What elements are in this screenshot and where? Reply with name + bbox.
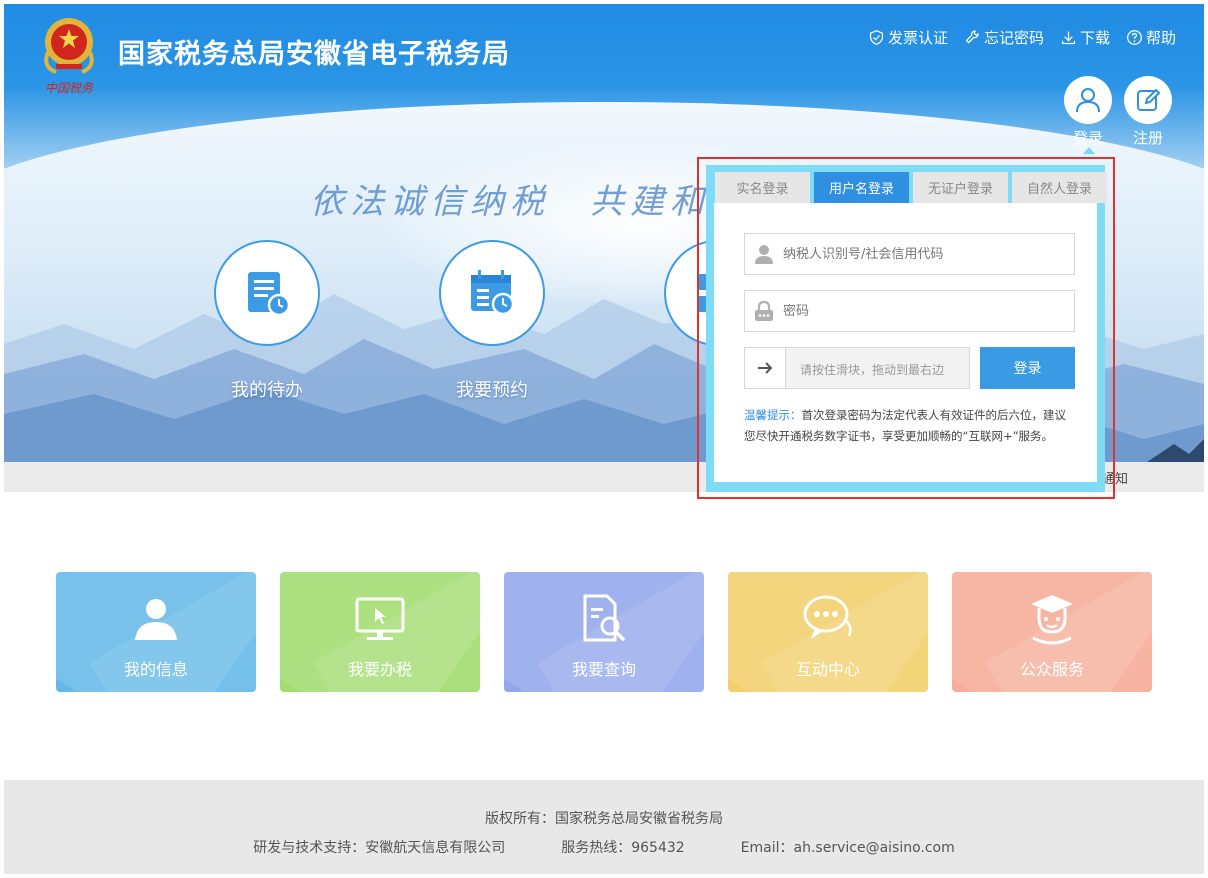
login-tip: 温馨提示：首次登录密码为法定代表人有效证件的后六位，建议您尽快开通税务数字证书，… [744, 405, 1075, 447]
login-tabs: 实名登录 用户名登录 无证户登录 自然人登录 [715, 172, 1107, 203]
footer-support: 研发与技术支持：安徽航天信息有限公司 [253, 840, 506, 856]
footer-info-row: 研发与技术支持：安徽航天信息有限公司 服务热线：965432 Email：ah.… [4, 837, 1204, 857]
tab-no-cert-login[interactable]: 无证户登录 [913, 172, 1008, 203]
footer: 版权所有：国家税务总局安徽省税务局 研发与技术支持：安徽航天信息有限公司 服务热… [4, 780, 1204, 874]
graduate-icon [1031, 595, 1073, 645]
quick-link-todo-label: 我的待办 [231, 380, 303, 401]
chat-icon [803, 595, 852, 639]
person-icon [1076, 88, 1100, 113]
tile-tax-handling-label: 我要办税 [347, 660, 412, 679]
slider-handle[interactable] [745, 348, 786, 388]
download-icon [1061, 31, 1076, 45]
shield-check-icon [869, 30, 884, 45]
tile-public-service-label: 公众服务 [1019, 660, 1084, 679]
quick-link-appointment-label: 我要预约 [456, 380, 528, 401]
login-entry-button[interactable]: 登录 [1064, 76, 1112, 148]
hero-slogan: 依法诚信纳税 共建和 [310, 182, 710, 222]
nav-forgot-password-label: 忘记密码 [983, 29, 1044, 47]
login-entry-circle [1064, 76, 1112, 124]
register-button[interactable]: 注册 [1124, 76, 1172, 148]
tile-interaction-center[interactable]: 互动中心 [728, 572, 928, 692]
tile-public-service[interactable]: 公众服务 [952, 572, 1152, 692]
user-icon [135, 599, 177, 640]
tile-query[interactable]: 我要查询 [504, 572, 704, 692]
quick-link-todo-circle [214, 240, 320, 346]
tile-my-info-label: 我的信息 [123, 660, 188, 679]
tip-label: 温馨提示： [744, 408, 802, 422]
edit-icon [1137, 88, 1161, 111]
tile-interaction-center-label: 互动中心 [795, 660, 860, 679]
tab-username-login[interactable]: 用户名登录 [814, 172, 909, 203]
username-field [744, 233, 1075, 275]
quick-link-todo[interactable]: 我的待办 [214, 240, 320, 402]
user-actions: 登录 注册 [1064, 76, 1172, 148]
calendar-icon [471, 270, 515, 316]
tile-my-info[interactable]: 我的信息 [56, 572, 256, 692]
login-panel: 实名登录 用户名登录 无证户登录 自然人登录 请按住滑块，拖动到最右边 登录 温… [706, 165, 1107, 492]
nav-forgot-password[interactable]: 忘记密码 [964, 27, 1044, 48]
lock-icon [755, 300, 773, 321]
password-input[interactable] [783, 303, 1063, 319]
nav-help-label: 帮助 [1145, 29, 1176, 47]
user-silhouette-icon [755, 245, 773, 264]
national-emblem-logo: 中国税务 [44, 18, 94, 95]
document-search-icon [583, 594, 626, 642]
nav-invoice-auth-label: 发票认证 [887, 29, 948, 47]
tab-realname-login[interactable]: 实名登录 [715, 172, 810, 203]
todo-icon [248, 272, 291, 317]
login-pointer-caret [1083, 147, 1095, 154]
svg-text:中国税务: 中国税务 [45, 81, 94, 95]
quick-link-appointment-circle [439, 240, 545, 346]
login-form: 请按住滑块，拖动到最右边 登录 温馨提示：首次登录密码为法定代表人有效证件的后六… [714, 203, 1097, 482]
wrench-icon [965, 30, 979, 44]
footer-email: Email：ah.service@aisino.com [740, 840, 955, 856]
nav-download-label: 下载 [1079, 29, 1110, 47]
slide-verification: 请按住滑块，拖动到最右边 [744, 347, 970, 389]
quick-link-appointment[interactable]: 我要预约 [439, 240, 545, 402]
tile-query-label: 我要查询 [571, 660, 636, 679]
nav-help[interactable]: 帮助 [1126, 27, 1176, 48]
slider-hint: 请按住滑块，拖动到最右边 [800, 363, 945, 377]
help-icon [1127, 30, 1142, 45]
tile-tax-handling[interactable]: 我要办税 [280, 572, 480, 692]
nav-invoice-auth[interactable]: 发票认证 [868, 27, 948, 48]
monitor-icon [355, 597, 405, 640]
tab-natural-person-login[interactable]: 自然人登录 [1012, 172, 1107, 203]
footer-copyright: 版权所有：国家税务总局安徽省税务局 [485, 811, 723, 827]
footer-hotline: 服务热线：965432 [561, 840, 685, 856]
password-field [744, 290, 1075, 332]
arrow-right-icon [758, 362, 773, 374]
register-circle [1124, 76, 1172, 124]
login-entry-label: 登录 [1072, 129, 1103, 147]
login-button[interactable]: 登录 [980, 347, 1075, 389]
register-label: 注册 [1132, 129, 1163, 147]
nav-download[interactable]: 下载 [1060, 27, 1110, 48]
username-input[interactable] [783, 246, 1063, 262]
top-navigation: 发票认证 忘记密码 下载 帮助 [868, 27, 1176, 48]
site-title: 国家税务总局安徽省电子税务局 [118, 39, 510, 70]
